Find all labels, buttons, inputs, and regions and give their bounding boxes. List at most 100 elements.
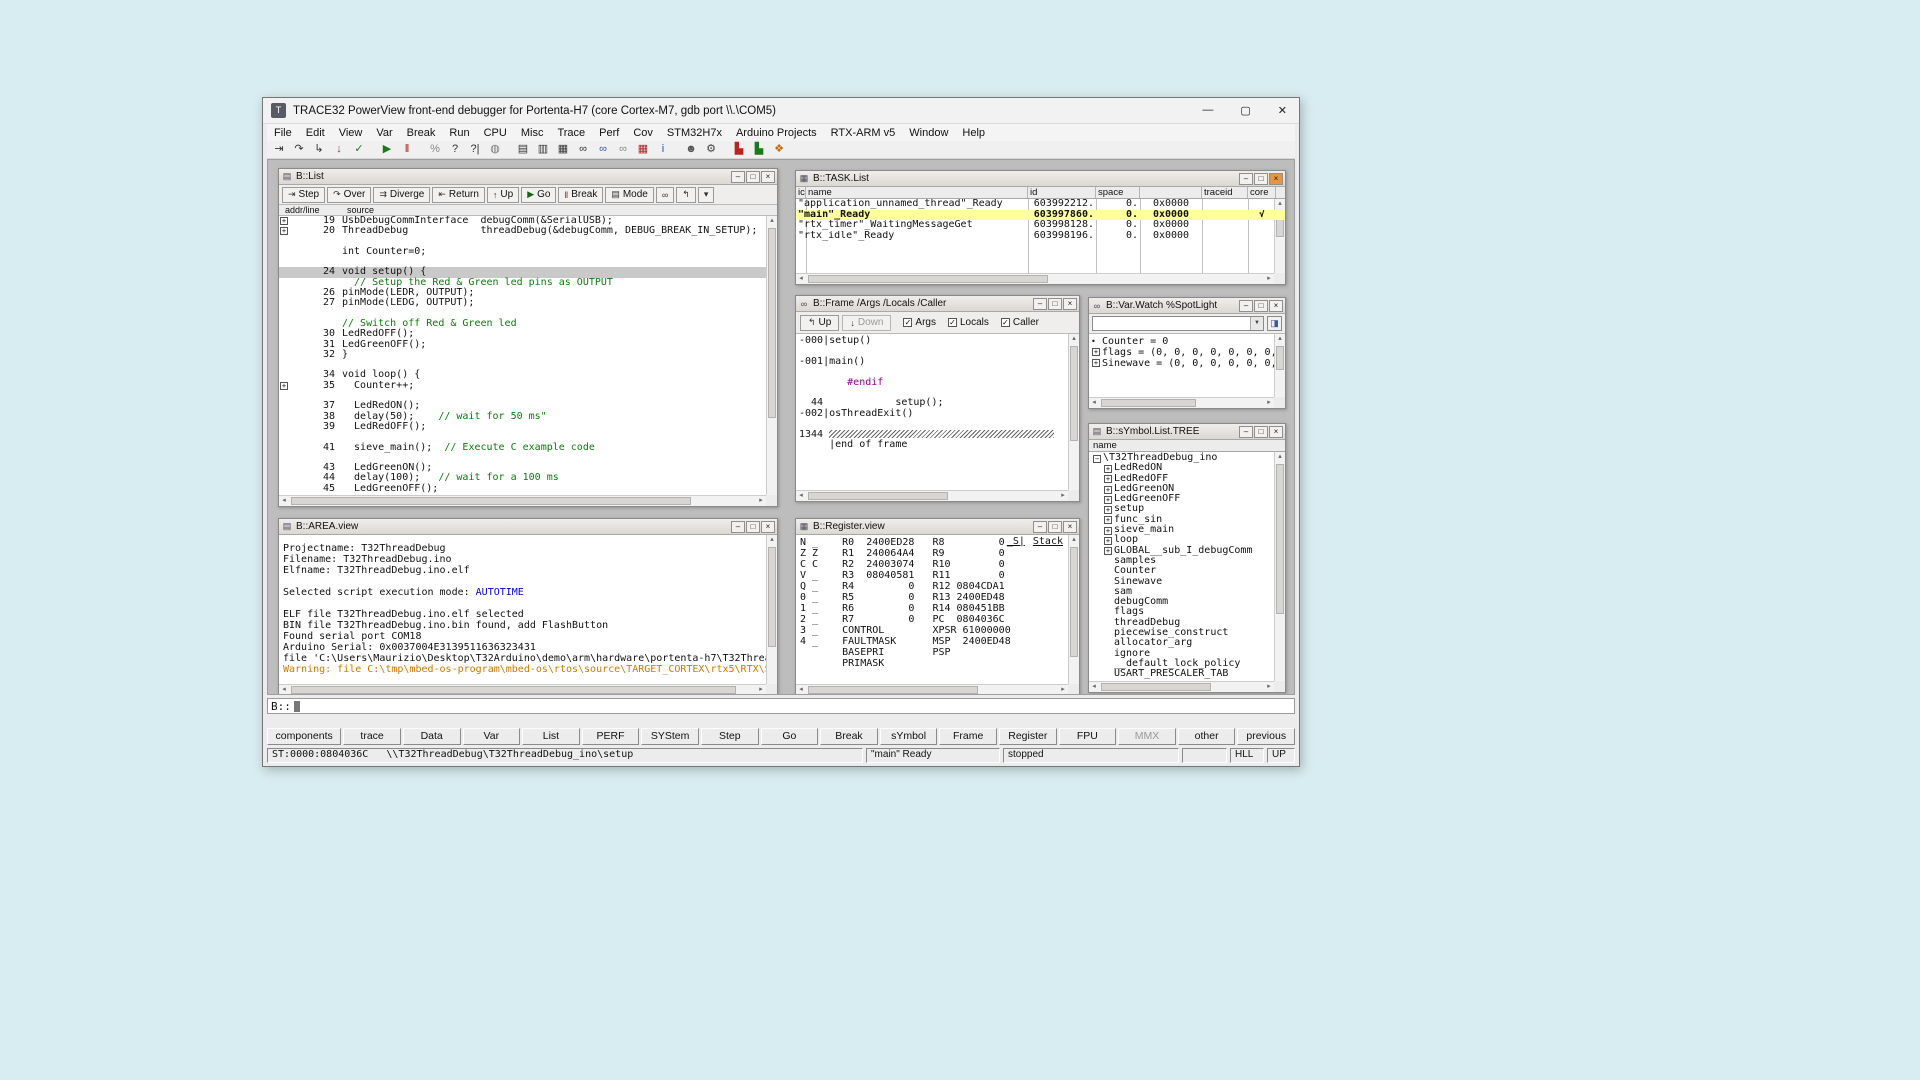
watch-expression-combobox[interactable]: ▼ <box>1092 316 1264 331</box>
scrollbar-thumb[interactable] <box>291 686 736 694</box>
frame-line[interactable]: |end of frame <box>796 440 1079 450</box>
source-line[interactable]: +35 Counter++; <box>279 381 777 391</box>
maximize-button[interactable]: ▢ <box>1240 104 1250 117</box>
list-maximize-button[interactable]: □ <box>746 171 760 183</box>
scroll-left-icon[interactable]: ◂ <box>1089 398 1099 408</box>
scroll-right-icon[interactable]: ▸ <box>756 496 766 506</box>
analyzer-icon[interactable]: ❖ <box>770 142 788 158</box>
menu-item-window[interactable]: Window <box>902 127 955 139</box>
expand-box-icon[interactable]: + <box>1092 348 1100 356</box>
column-header-core[interactable]: core <box>1248 187 1276 198</box>
scroll-right-icon[interactable]: ▸ <box>1264 398 1274 408</box>
scroll-up-icon[interactable]: ▴ <box>1275 334 1285 344</box>
run-to-line-icon[interactable]: ↓ <box>330 142 348 158</box>
register-line[interactable]: BASEPRI PSP <box>796 647 1079 658</box>
up-button[interactable]: ↑Up <box>487 187 519 203</box>
register-line[interactable]: 4 _ FAULTMASK MSP 2400ED48 <box>796 636 1079 647</box>
scrollbar-thumb[interactable] <box>1070 346 1078 441</box>
vertical-scrollbar[interactable]: ▴▾ <box>766 535 777 695</box>
softkey-trace[interactable]: trace <box>343 728 401 745</box>
horizontal-scrollbar[interactable]: ◂▸ <box>796 684 1068 695</box>
softkey-data[interactable]: Data <box>403 728 461 745</box>
expand-box-icon[interactable]: + <box>1092 359 1100 367</box>
list-window-titlebar[interactable]: ▤ B::List – □ × <box>279 169 777 185</box>
column-header-traceid[interactable]: traceid <box>1202 187 1248 198</box>
task-close-button[interactable]: × <box>1269 173 1283 185</box>
softkey-break[interactable]: Break <box>820 728 878 745</box>
stack-header-1[interactable]: Stack <box>1033 536 1063 547</box>
scrollbar-thumb[interactable] <box>1101 399 1196 407</box>
register-line[interactable]: PRIMASK <box>796 658 1079 669</box>
softkey-list[interactable]: List <box>522 728 580 745</box>
task-minimize-button[interactable]: – <box>1239 173 1253 185</box>
symbol-minimize-button[interactable]: – <box>1239 426 1253 438</box>
world-icon[interactable]: ◍ <box>486 142 504 158</box>
horizontal-scrollbar[interactable]: ◂▸ <box>279 495 766 506</box>
view-tool-icon[interactable]: ∞ <box>594 142 612 158</box>
break-button[interactable]: ‖Break <box>558 187 603 203</box>
step-over-icon[interactable]: ↷ <box>290 142 308 158</box>
frame-line[interactable]: -002|osThreadExit() <box>796 409 1079 419</box>
expand-box-icon[interactable]: + <box>1104 547 1112 555</box>
task-row[interactable]: "rtx_timer"_WaitingMessageGet603998128.0… <box>796 220 1285 231</box>
tree-item[interactable]: USART_PRESCALER_TAB <box>1089 669 1285 679</box>
softkey-var[interactable]: Var <box>463 728 521 745</box>
scroll-up-icon[interactable]: ▴ <box>1069 334 1079 344</box>
expand-box-icon[interactable]: + <box>1104 486 1112 494</box>
watch-maximize-button[interactable]: □ <box>1254 300 1268 312</box>
menu-item-help[interactable]: Help <box>955 127 992 139</box>
softkey-go[interactable]: Go <box>761 728 819 745</box>
over-button[interactable]: ↷Over <box>327 187 371 203</box>
command-line-input[interactable]: B:: <box>267 698 1295 714</box>
source-line[interactable]: 32} <box>279 350 777 360</box>
scroll-right-icon[interactable]: ▸ <box>1264 682 1274 692</box>
task-column-header[interactable]: icnameidspacetraceidcore <box>796 187 1285 199</box>
scrollbar-thumb[interactable] <box>808 686 978 694</box>
step-out-icon[interactable]: ↳ <box>310 142 328 158</box>
column-header-space[interactable]: space <box>1096 187 1140 198</box>
frame-line[interactable]: -001|main() <box>796 357 1079 367</box>
expand-box-icon[interactable]: − <box>1093 455 1101 463</box>
frame-close-button[interactable]: × <box>1063 298 1077 310</box>
scroll-right-icon[interactable]: ▸ <box>1264 274 1274 284</box>
register-close-button[interactable]: × <box>1063 521 1077 533</box>
scroll-left-icon[interactable]: ◂ <box>279 496 289 506</box>
task-list-icon[interactable]: ☻ <box>682 142 700 158</box>
go-icon[interactable]: ▶ <box>378 142 396 158</box>
stack-header-0[interactable]: _S| <box>1007 536 1025 547</box>
column-header-blank[interactable] <box>1140 187 1202 198</box>
scrollbar-thumb[interactable] <box>1276 464 1284 614</box>
menu-item-cov[interactable]: Cov <box>626 127 660 139</box>
scrollbar-thumb[interactable] <box>1276 346 1284 370</box>
register-line[interactable]: C C R2 24003074 R10 0 <box>796 559 1079 570</box>
list-close-button[interactable]: × <box>761 171 775 183</box>
horizontal-scrollbar[interactable]: ◂▸ <box>796 490 1068 501</box>
source-line[interactable]: 45 LedGreenOFF(); <box>279 484 777 494</box>
expand-box-icon[interactable]: + <box>1104 496 1112 504</box>
register-line[interactable]: V _ R3 08040581 R11 0 <box>796 570 1079 581</box>
scrollbar-thumb[interactable] <box>291 497 691 505</box>
peripherals-icon[interactable]: ▦ <box>634 142 652 158</box>
scroll-left-icon[interactable]: ◂ <box>796 491 806 501</box>
vertical-scrollbar[interactable]: ▴▾ <box>766 216 777 506</box>
watch-tool-icon[interactable]: ∞ <box>574 142 592 158</box>
menu-item-rtx-arm-v5[interactable]: RTX-ARM v5 <box>824 127 903 139</box>
task-row[interactable]: "main"_Ready603997860.0.0x0000√ <box>796 210 1285 221</box>
task-window-titlebar[interactable]: ▦ B::TASK.List – □ × <box>796 171 1285 187</box>
locals-checkbox[interactable]: ✓Locals <box>948 317 989 328</box>
source-line[interactable]: int Counter=0; <box>279 247 777 257</box>
register-line[interactable]: Z Z R1 240064A4 R9 0 <box>796 548 1079 559</box>
scroll-right-icon[interactable]: ▸ <box>756 685 766 695</box>
menu-item-perf[interactable]: Perf <box>592 127 626 139</box>
horizontal-scrollbar[interactable]: ◂▸ <box>279 684 766 695</box>
scroll-right-icon[interactable]: ▸ <box>1058 491 1068 501</box>
perf-chart-red-icon[interactable]: ▙ <box>730 142 748 158</box>
scroll-left-icon[interactable]: ◂ <box>279 685 289 695</box>
horizontal-scrollbar[interactable]: ◂▸ <box>1089 681 1274 692</box>
scrollbar-thumb[interactable] <box>768 228 776 418</box>
task-row[interactable]: "application_unnamed_thread"_Ready603992… <box>796 199 1285 210</box>
area-minimize-button[interactable]: – <box>731 521 745 533</box>
scrollbar-thumb[interactable] <box>1070 547 1078 657</box>
source-line[interactable]: 31LedGreenOFF(); <box>279 340 777 350</box>
vertical-scrollbar[interactable]: ▴▾ <box>1068 334 1079 501</box>
